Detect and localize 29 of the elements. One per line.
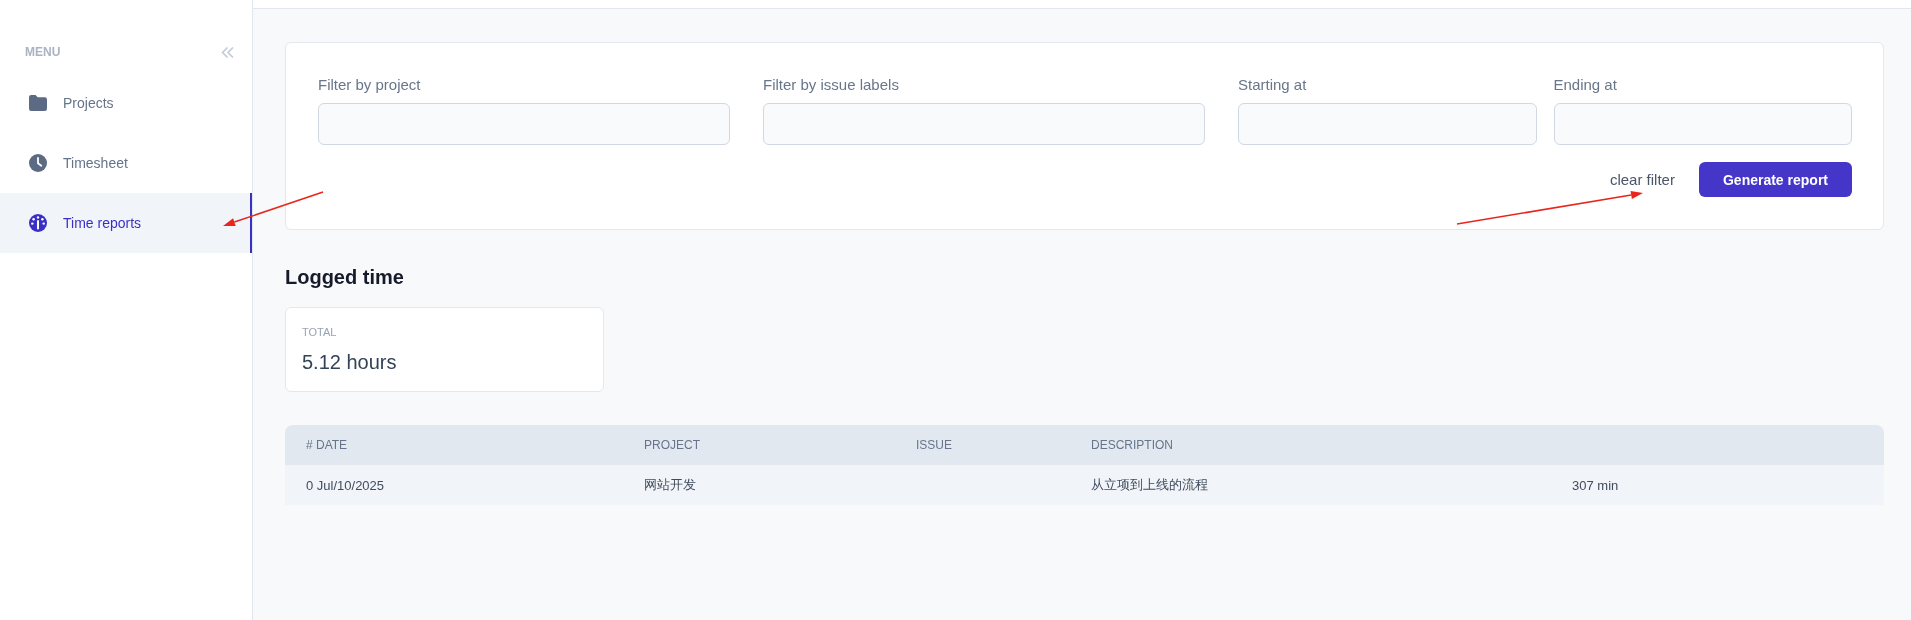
column-header: # DATE — [306, 438, 348, 452]
input-field[interactable] — [1553, 103, 1852, 145]
field-label: Filter by issue labels — [763, 76, 899, 94]
double-chevron-icon[interactable] — [221, 46, 234, 58]
total-label: TOTAL — [302, 325, 337, 339]
input-field[interactable] — [1238, 103, 1537, 145]
clear-filter-link[interactable]: clear filter — [1609, 171, 1675, 188]
table-cell: 网站开发 — [644, 476, 696, 494]
section-title: Logged time — [285, 265, 404, 289]
field-label: Starting at — [1238, 76, 1307, 94]
column-header: DESCRIPTION — [1091, 438, 1173, 452]
field-label: Ending at — [1553, 76, 1617, 94]
sidebar-item[interactable]: Timesheet — [0, 133, 252, 193]
gauge-icon — [29, 214, 47, 232]
sidebar-item[interactable]: Projects — [0, 73, 252, 133]
sidebar-item[interactable]: Time reports — [0, 193, 252, 253]
menu-heading: MENU — [25, 44, 61, 60]
input-field[interactable] — [318, 103, 730, 145]
input-field[interactable] — [763, 103, 1205, 145]
table-cell: 从立项到上线的流程 — [1091, 476, 1208, 494]
column-header: PROJECT — [644, 438, 700, 452]
field-label: Filter by project — [318, 76, 421, 94]
table-cell: 307 min — [1572, 477, 1619, 493]
total-value: 5.12 hours — [302, 350, 397, 374]
column-header: ISSUE — [916, 438, 952, 452]
table-cell: 0 Jul/10/2025 — [306, 477, 385, 493]
folder-icon — [29, 95, 47, 111]
generate-report-button[interactable]: Generate report — [1698, 162, 1852, 197]
clock-icon — [29, 154, 47, 172]
